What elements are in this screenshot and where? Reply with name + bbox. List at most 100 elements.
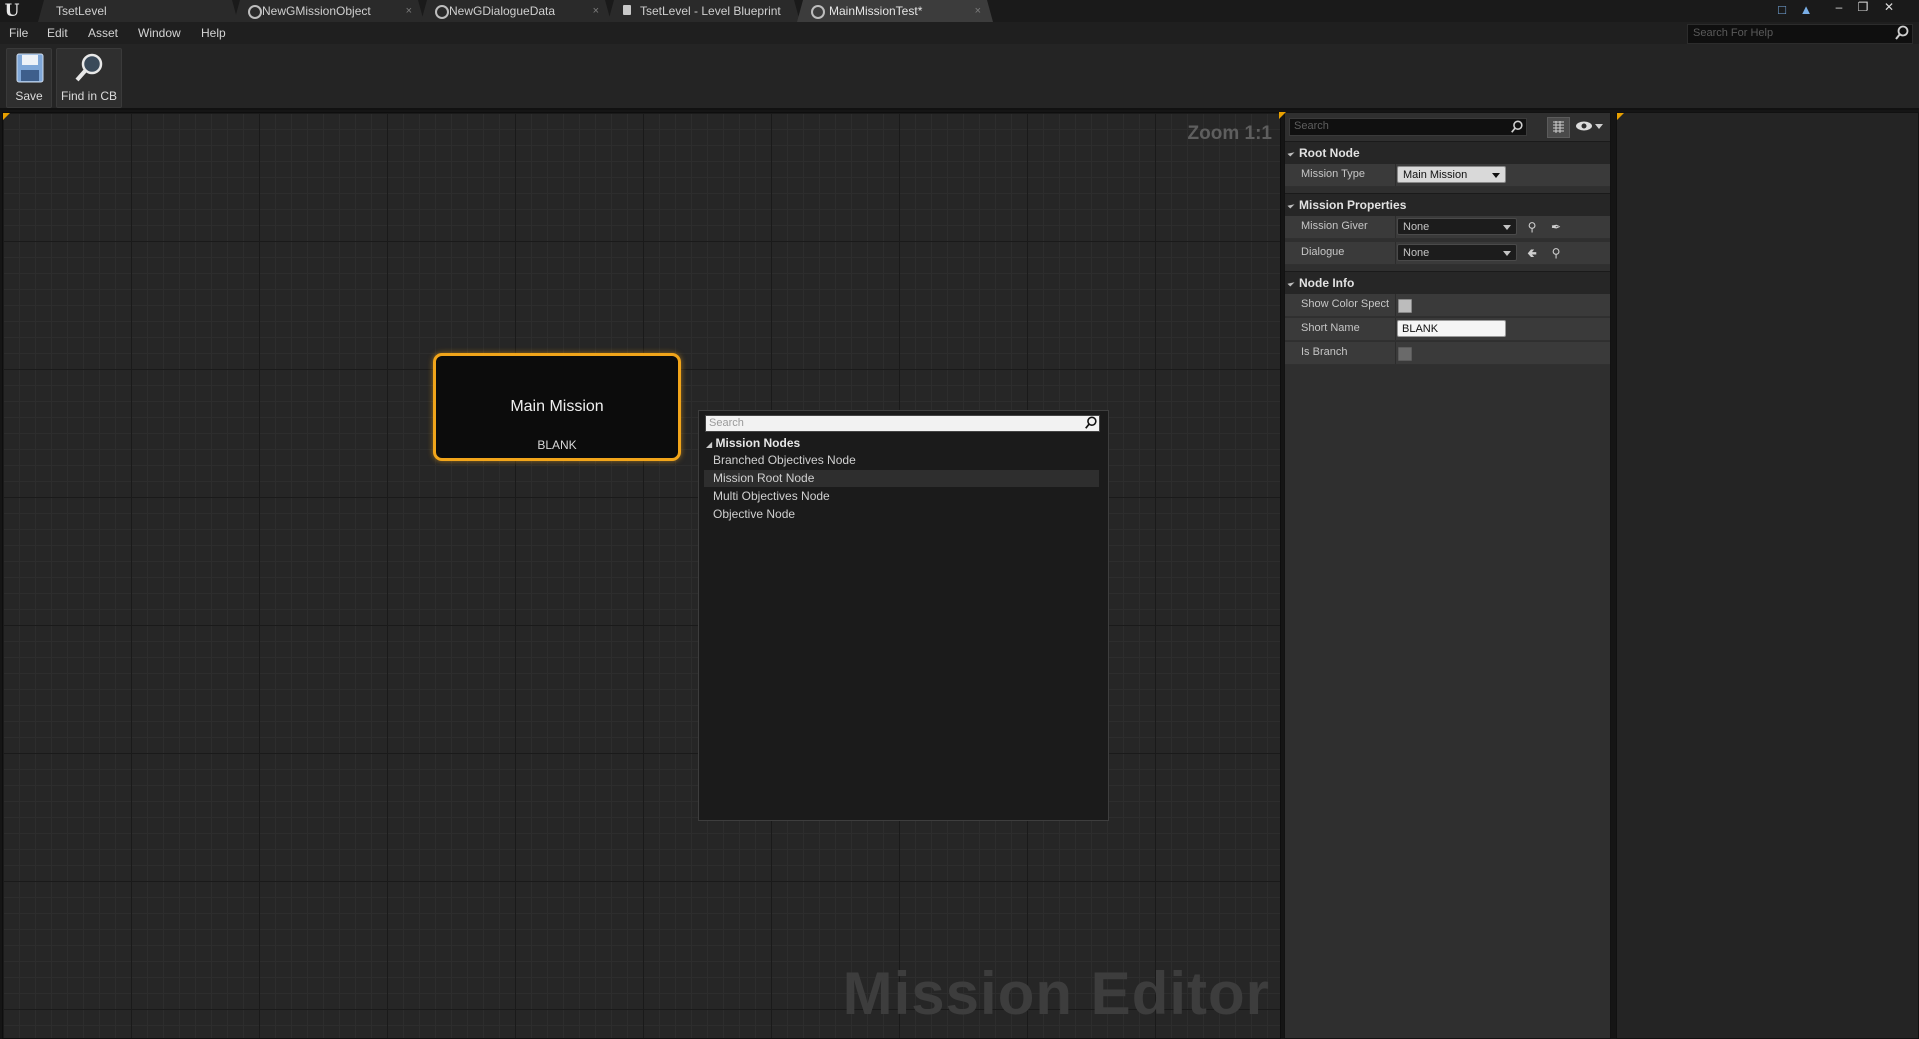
node-subtitle: BLANK <box>537 438 577 452</box>
asset-circle-icon <box>435 5 449 19</box>
use-selected-arrow-icon[interactable]: 🢀 <box>1525 246 1539 260</box>
search-icon <box>1511 120 1523 133</box>
prop-label: Is Branch <box>1301 346 1348 358</box>
context-item-branched-objectives[interactable]: Branched Objectives Node <box>704 452 1099 469</box>
tab-label: TsetLevel - Level Blueprint <box>640 4 781 18</box>
prop-row-mission-giver: Mission Giver None ⚲ ✒ <box>1285 216 1610 239</box>
column-divider[interactable] <box>1395 242 1396 264</box>
details-search-placeholder: Search <box>1294 120 1329 132</box>
chat-icon[interactable]: □ <box>1774 3 1790 17</box>
close-icon[interactable]: × <box>975 0 981 22</box>
column-divider[interactable] <box>1395 216 1396 238</box>
menu-asset[interactable]: Asset <box>88 26 118 40</box>
context-item-objective[interactable]: Objective Node <box>704 506 1099 523</box>
is-branch-checkbox[interactable] <box>1398 347 1412 361</box>
node-title: Main Mission <box>510 398 604 415</box>
tab-level-blueprint[interactable]: TsetLevel - Level Blueprint <box>608 0 800 22</box>
prop-row-mission-type: Mission Type Main Mission <box>1285 164 1610 187</box>
help-search-input[interactable]: Search For Help <box>1687 24 1913 44</box>
prop-row-is-branch: Is Branch <box>1285 342 1610 365</box>
minimize-button[interactable]: – <box>1828 0 1850 16</box>
menu-window[interactable]: Window <box>138 26 181 40</box>
context-category-label: Mission Nodes <box>715 436 801 450</box>
tab-newgdialoguedata[interactable]: NewGDialogueData × <box>421 0 611 22</box>
tab-label: NewGMissionObject <box>262 4 371 18</box>
category-node-info[interactable]: Node Info <box>1285 271 1610 294</box>
prop-row-show-color: Show Color Spect <box>1285 294 1610 317</box>
context-item-multi-objectives[interactable]: Multi Objectives Node <box>704 488 1099 505</box>
grid-icon <box>1553 121 1564 133</box>
collapse-triangle-icon <box>1287 201 1295 209</box>
menu-bar: File Edit Asset Window Help Search For H… <box>0 22 1919 44</box>
eyedropper-icon[interactable]: ✒ <box>1549 220 1563 234</box>
menu-edit[interactable]: Edit <box>47 26 68 40</box>
column-divider[interactable] <box>1395 342 1396 364</box>
mission-type-dropdown[interactable]: Main Mission <box>1397 166 1506 183</box>
asset-circle-icon <box>248 5 262 19</box>
short-name-field[interactable]: BLANK <box>1397 320 1506 337</box>
column-divider[interactable] <box>1395 318 1396 340</box>
panel-corner-marker <box>3 113 10 120</box>
editor-watermark: Mission Editor <box>842 960 1270 1027</box>
prop-label: Mission Type <box>1301 168 1365 180</box>
prop-label: Mission Giver <box>1301 220 1368 232</box>
context-search-placeholder: Search <box>709 417 744 429</box>
tab-label: TsetLevel <box>56 4 107 18</box>
tab-label: MainMissionTest* <box>829 4 923 18</box>
panel-corner-marker <box>1279 112 1286 119</box>
browse-search-icon[interactable]: ⚲ <box>1525 220 1539 234</box>
find-in-cb-label: Find in CB <box>60 89 118 103</box>
category-label: Root Node <box>1299 146 1360 160</box>
prop-label: Show Color Spect <box>1301 298 1390 310</box>
tab-tsetlevel[interactable]: TsetLevel <box>38 0 238 22</box>
search-icon <box>1895 25 1909 40</box>
unreal-logo-icon: U <box>4 1 20 21</box>
context-search-input[interactable]: Search <box>705 415 1100 432</box>
close-icon[interactable]: × <box>406 0 412 22</box>
property-matrix-button[interactable] <box>1547 117 1570 138</box>
menu-help[interactable]: Help <box>201 26 226 40</box>
save-button[interactable]: Save <box>6 48 52 108</box>
browse-search-icon[interactable]: ⚲ <box>1549 246 1563 260</box>
palette-panel <box>1616 112 1919 1039</box>
details-search-input[interactable]: Search <box>1289 118 1527 136</box>
view-options-button[interactable] <box>1575 119 1605 135</box>
category-label: Mission Properties <box>1299 198 1407 212</box>
main-mission-node[interactable]: Main Mission BLANK <box>433 353 681 461</box>
blueprint-icon <box>623 5 631 15</box>
prop-label: Short Name <box>1301 322 1360 334</box>
column-divider[interactable] <box>1395 294 1396 316</box>
context-item-mission-root[interactable]: Mission Root Node <box>704 470 1099 487</box>
close-window-button[interactable]: ✕ <box>1878 0 1900 16</box>
column-divider[interactable] <box>1395 164 1396 186</box>
menu-file[interactable]: File <box>9 26 28 40</box>
category-label: Node Info <box>1299 276 1355 290</box>
find-in-cb-button[interactable]: Find in CB <box>56 48 122 108</box>
maximize-button[interactable]: ❐ <box>1852 0 1874 16</box>
close-icon[interactable]: × <box>593 0 599 22</box>
save-icon <box>16 53 44 83</box>
context-category-mission-nodes[interactable]: ◢ Mission Nodes <box>706 436 800 450</box>
tab-newgmissionobject[interactable]: NewGMissionObject × <box>234 0 424 22</box>
show-color-checkbox[interactable] <box>1398 299 1412 313</box>
mission-giver-dropdown[interactable]: None <box>1397 218 1517 235</box>
prop-label: Dialogue <box>1301 246 1345 258</box>
prop-row-short-name: Short Name BLANK <box>1285 318 1610 341</box>
category-root-node[interactable]: Root Node <box>1285 141 1610 164</box>
asset-circle-icon <box>811 5 825 19</box>
node-context-menu: Search ◢ Mission Nodes Branched Objectiv… <box>698 410 1109 821</box>
eye-icon <box>1576 121 1603 131</box>
toolbar: Save Find in CB <box>0 44 1919 110</box>
chevron-down-icon <box>1492 173 1500 178</box>
dialogue-dropdown[interactable]: None <box>1397 244 1517 261</box>
panel-corner-marker <box>1617 113 1624 120</box>
category-mission-properties[interactable]: Mission Properties <box>1285 193 1610 216</box>
prop-row-dialogue: Dialogue None 🢀 ⚲ <box>1285 242 1610 265</box>
dropdown-value: Main Mission <box>1403 169 1468 181</box>
tab-mainmissiontest[interactable]: MainMissionTest* × <box>797 0 993 22</box>
dropdown-value: None <box>1403 247 1430 259</box>
learn-icon[interactable]: ▲ <box>1798 3 1814 17</box>
zoom-level: Zoom 1:1 <box>1187 123 1272 144</box>
collapse-triangle-icon: ◢ <box>706 440 713 449</box>
collapse-triangle-icon <box>1287 279 1295 287</box>
